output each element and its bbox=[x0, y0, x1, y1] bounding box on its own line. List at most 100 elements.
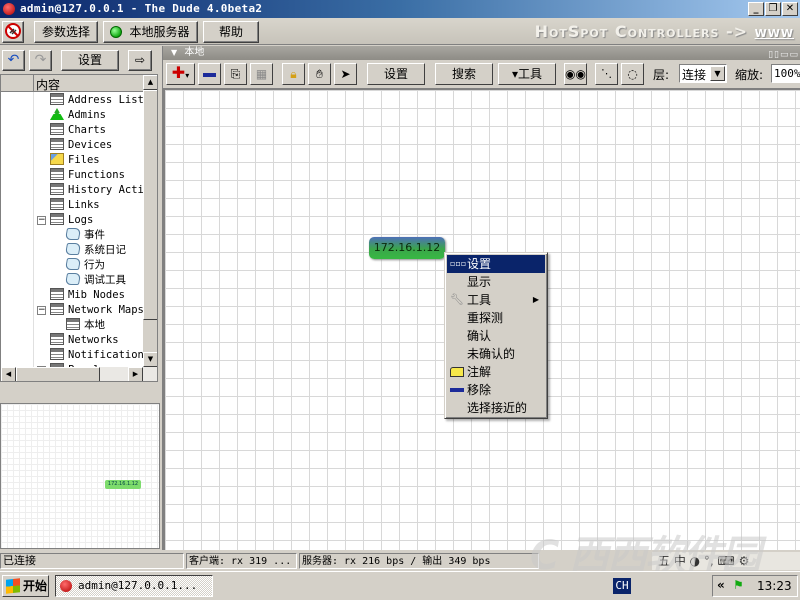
minimize-button[interactable]: _ bbox=[748, 2, 764, 16]
map-panel-title: 本地 bbox=[184, 47, 205, 58]
scroll-left-button[interactable]: ◀ bbox=[1, 367, 16, 381]
tree-item[interactable]: Logs bbox=[50, 213, 93, 228]
tree-item[interactable]: Mib Nodes bbox=[50, 288, 125, 303]
banner-link[interactable]: www bbox=[755, 22, 794, 41]
flag-icon[interactable]: ⚑ bbox=[733, 578, 744, 592]
pointer-button[interactable]: ➤ bbox=[334, 63, 357, 85]
tree-item[interactable]: 事件 bbox=[64, 228, 105, 243]
paste-button[interactable]: ▦ bbox=[250, 63, 273, 85]
menu-item-settings[interactable]: ▫▫▫ 设置 bbox=[447, 255, 545, 273]
tree-item[interactable]: 行为 bbox=[64, 258, 105, 273]
menu-item-note[interactable]: 注解 bbox=[447, 363, 545, 381]
search-button[interactable]: 搜索 bbox=[435, 63, 493, 85]
table-icon bbox=[50, 168, 64, 180]
restore-button[interactable]: ❐ bbox=[765, 2, 781, 16]
tree-item[interactable]: Devices bbox=[50, 138, 112, 153]
menu-item-reprobe[interactable]: 重探测 bbox=[447, 309, 545, 327]
settings-button[interactable]: 设置 bbox=[61, 50, 119, 71]
close-button[interactable]: ✕ bbox=[782, 2, 798, 16]
tray-expand-button[interactable]: « bbox=[717, 578, 725, 592]
collapse-toggle[interactable]: − bbox=[37, 216, 46, 225]
tree-item[interactable]: Admins bbox=[50, 108, 106, 123]
disconnect-button[interactable] bbox=[2, 21, 24, 43]
ime-toolbar[interactable]: 五 中 ◑ °, ⌨ ⚙ bbox=[652, 552, 800, 570]
title-bar: admin@127.0.0.1 - The Dude 4.0beta2 _ ❐ … bbox=[0, 0, 800, 18]
menu-item-label: 移除 bbox=[467, 383, 492, 397]
zoom-label: 缩放: bbox=[735, 68, 764, 82]
help-button[interactable]: 帮助 bbox=[203, 21, 259, 43]
menu-item-label: 工具 bbox=[467, 293, 492, 307]
scroll-right-button[interactable]: ▶ bbox=[128, 367, 143, 381]
map-settings-button[interactable]: 设置 bbox=[367, 63, 425, 85]
layout-button[interactable]: ◌ bbox=[621, 63, 644, 85]
tree-item[interactable]: Charts bbox=[50, 123, 106, 138]
menu-item-show[interactable]: 显示 bbox=[447, 273, 545, 291]
device-node[interactable]: 172.16.1.12 bbox=[369, 237, 445, 259]
tree-item-label: Notification bbox=[68, 349, 144, 361]
chevron-down-icon[interactable]: ▼ bbox=[710, 66, 725, 81]
export-button[interactable]: ⇨ bbox=[128, 50, 152, 71]
zoom-input[interactable]: 100% bbox=[771, 64, 800, 83]
binoculars-icon: ◉◉ bbox=[565, 67, 586, 81]
tree-item[interactable]: History Acti bbox=[50, 183, 144, 198]
scroll-down-button[interactable]: ▼ bbox=[143, 352, 157, 367]
app-icon bbox=[60, 580, 72, 592]
client-traffic: 客户端: rx 319 ... bbox=[186, 553, 297, 569]
table-icon bbox=[50, 303, 64, 315]
tree-item[interactable]: Notification bbox=[50, 348, 144, 363]
tree-item-label: Functions bbox=[68, 169, 125, 181]
tree-item-label: 系统日记 bbox=[84, 244, 126, 256]
tree-item[interactable]: 调试工具 bbox=[64, 273, 126, 288]
language-indicator[interactable]: CH bbox=[613, 578, 631, 594]
collapse-toggle[interactable]: − bbox=[37, 306, 46, 315]
tree-item[interactable]: Functions bbox=[50, 168, 125, 183]
menu-item-ack[interactable]: 确认 bbox=[447, 327, 545, 345]
log-icon bbox=[64, 228, 82, 240]
tree-item[interactable]: Networks bbox=[50, 333, 119, 348]
server-traffic: 服务器: rx 216 bps / 输出 349 bps bbox=[299, 553, 539, 569]
tree-item[interactable]: 系统日记 bbox=[64, 243, 126, 258]
dots-icon: ▫▫▫ bbox=[450, 259, 467, 268]
remove-button[interactable] bbox=[198, 63, 221, 85]
device-node-label: 172.16.1.12 bbox=[373, 241, 441, 254]
minimap[interactable]: 172.16.1.12 bbox=[0, 403, 160, 549]
tree-header: 内容 bbox=[1, 75, 143, 92]
clock[interactable]: 13:23 bbox=[757, 579, 792, 593]
local-server-button[interactable]: 本地服务器 bbox=[103, 21, 198, 43]
redo-button[interactable]: ↷ bbox=[29, 50, 52, 71]
add-button[interactable]: ✚▾ bbox=[166, 63, 195, 85]
tree-vertical-scrollbar[interactable]: ▲ ▼ bbox=[143, 75, 157, 367]
menu-item-tools[interactable]: 🔧︎ 工具 ▶ bbox=[447, 291, 545, 309]
scroll-up-button[interactable]: ▲ bbox=[143, 75, 157, 90]
preferences-button[interactable]: 参数选择 bbox=[34, 21, 98, 43]
tools-dropdown-button[interactable]: ▾工具 bbox=[498, 63, 556, 85]
tree-horizontal-scrollbar[interactable]: ◀ ▶ bbox=[1, 367, 157, 381]
undo-button[interactable]: ↶ bbox=[2, 50, 25, 71]
tree-item[interactable]: Network Maps bbox=[50, 303, 144, 318]
menu-item-remove[interactable]: 移除 bbox=[447, 381, 545, 399]
hscroll-thumb[interactable] bbox=[16, 367, 100, 381]
tree-item[interactable]: Address List bbox=[50, 93, 144, 108]
lock-icon: 🔒︎ bbox=[290, 67, 297, 81]
tree-item[interactable]: Links bbox=[50, 198, 100, 213]
start-button[interactable]: 开始 bbox=[2, 575, 49, 597]
menu-item-select-nearby[interactable]: 选择接近的 bbox=[447, 399, 545, 417]
layer-select[interactable]: 连接 ▼ bbox=[679, 64, 727, 83]
tree-item[interactable]: Files bbox=[50, 153, 100, 168]
lock-button[interactable]: 🔒︎ bbox=[282, 63, 305, 85]
collapse-icon[interactable]: ▼ bbox=[171, 48, 177, 57]
hand-button[interactable]: ✋︎ bbox=[308, 63, 331, 85]
menu-item-unack[interactable]: 未确认的 bbox=[447, 345, 545, 363]
hotspot-banner[interactable]: HotSpot Controllers -> www bbox=[535, 22, 794, 41]
find-button[interactable]: ◉◉ bbox=[564, 63, 587, 85]
table-icon bbox=[50, 198, 64, 210]
tree-item-label: 本地 bbox=[84, 319, 105, 331]
map-toolbar: ✚▾ ⎘ ▦ 🔒︎ ✋︎ ➤ 设置 搜索 ▾工具 ◉◉ ⋱ ◌ 层: 连接 ▼ … bbox=[163, 60, 800, 88]
taskbar-app-button[interactable]: admin@127.0.0.1... bbox=[55, 575, 213, 597]
menu-item-label: 设置 bbox=[467, 257, 492, 271]
link-mode-button[interactable]: ⋱ bbox=[595, 63, 618, 85]
add-icon: ✚ bbox=[171, 63, 186, 82]
copy-button[interactable]: ⎘ bbox=[224, 63, 247, 85]
tree-item[interactable]: 本地 bbox=[66, 318, 105, 333]
scroll-thumb[interactable] bbox=[143, 90, 157, 320]
